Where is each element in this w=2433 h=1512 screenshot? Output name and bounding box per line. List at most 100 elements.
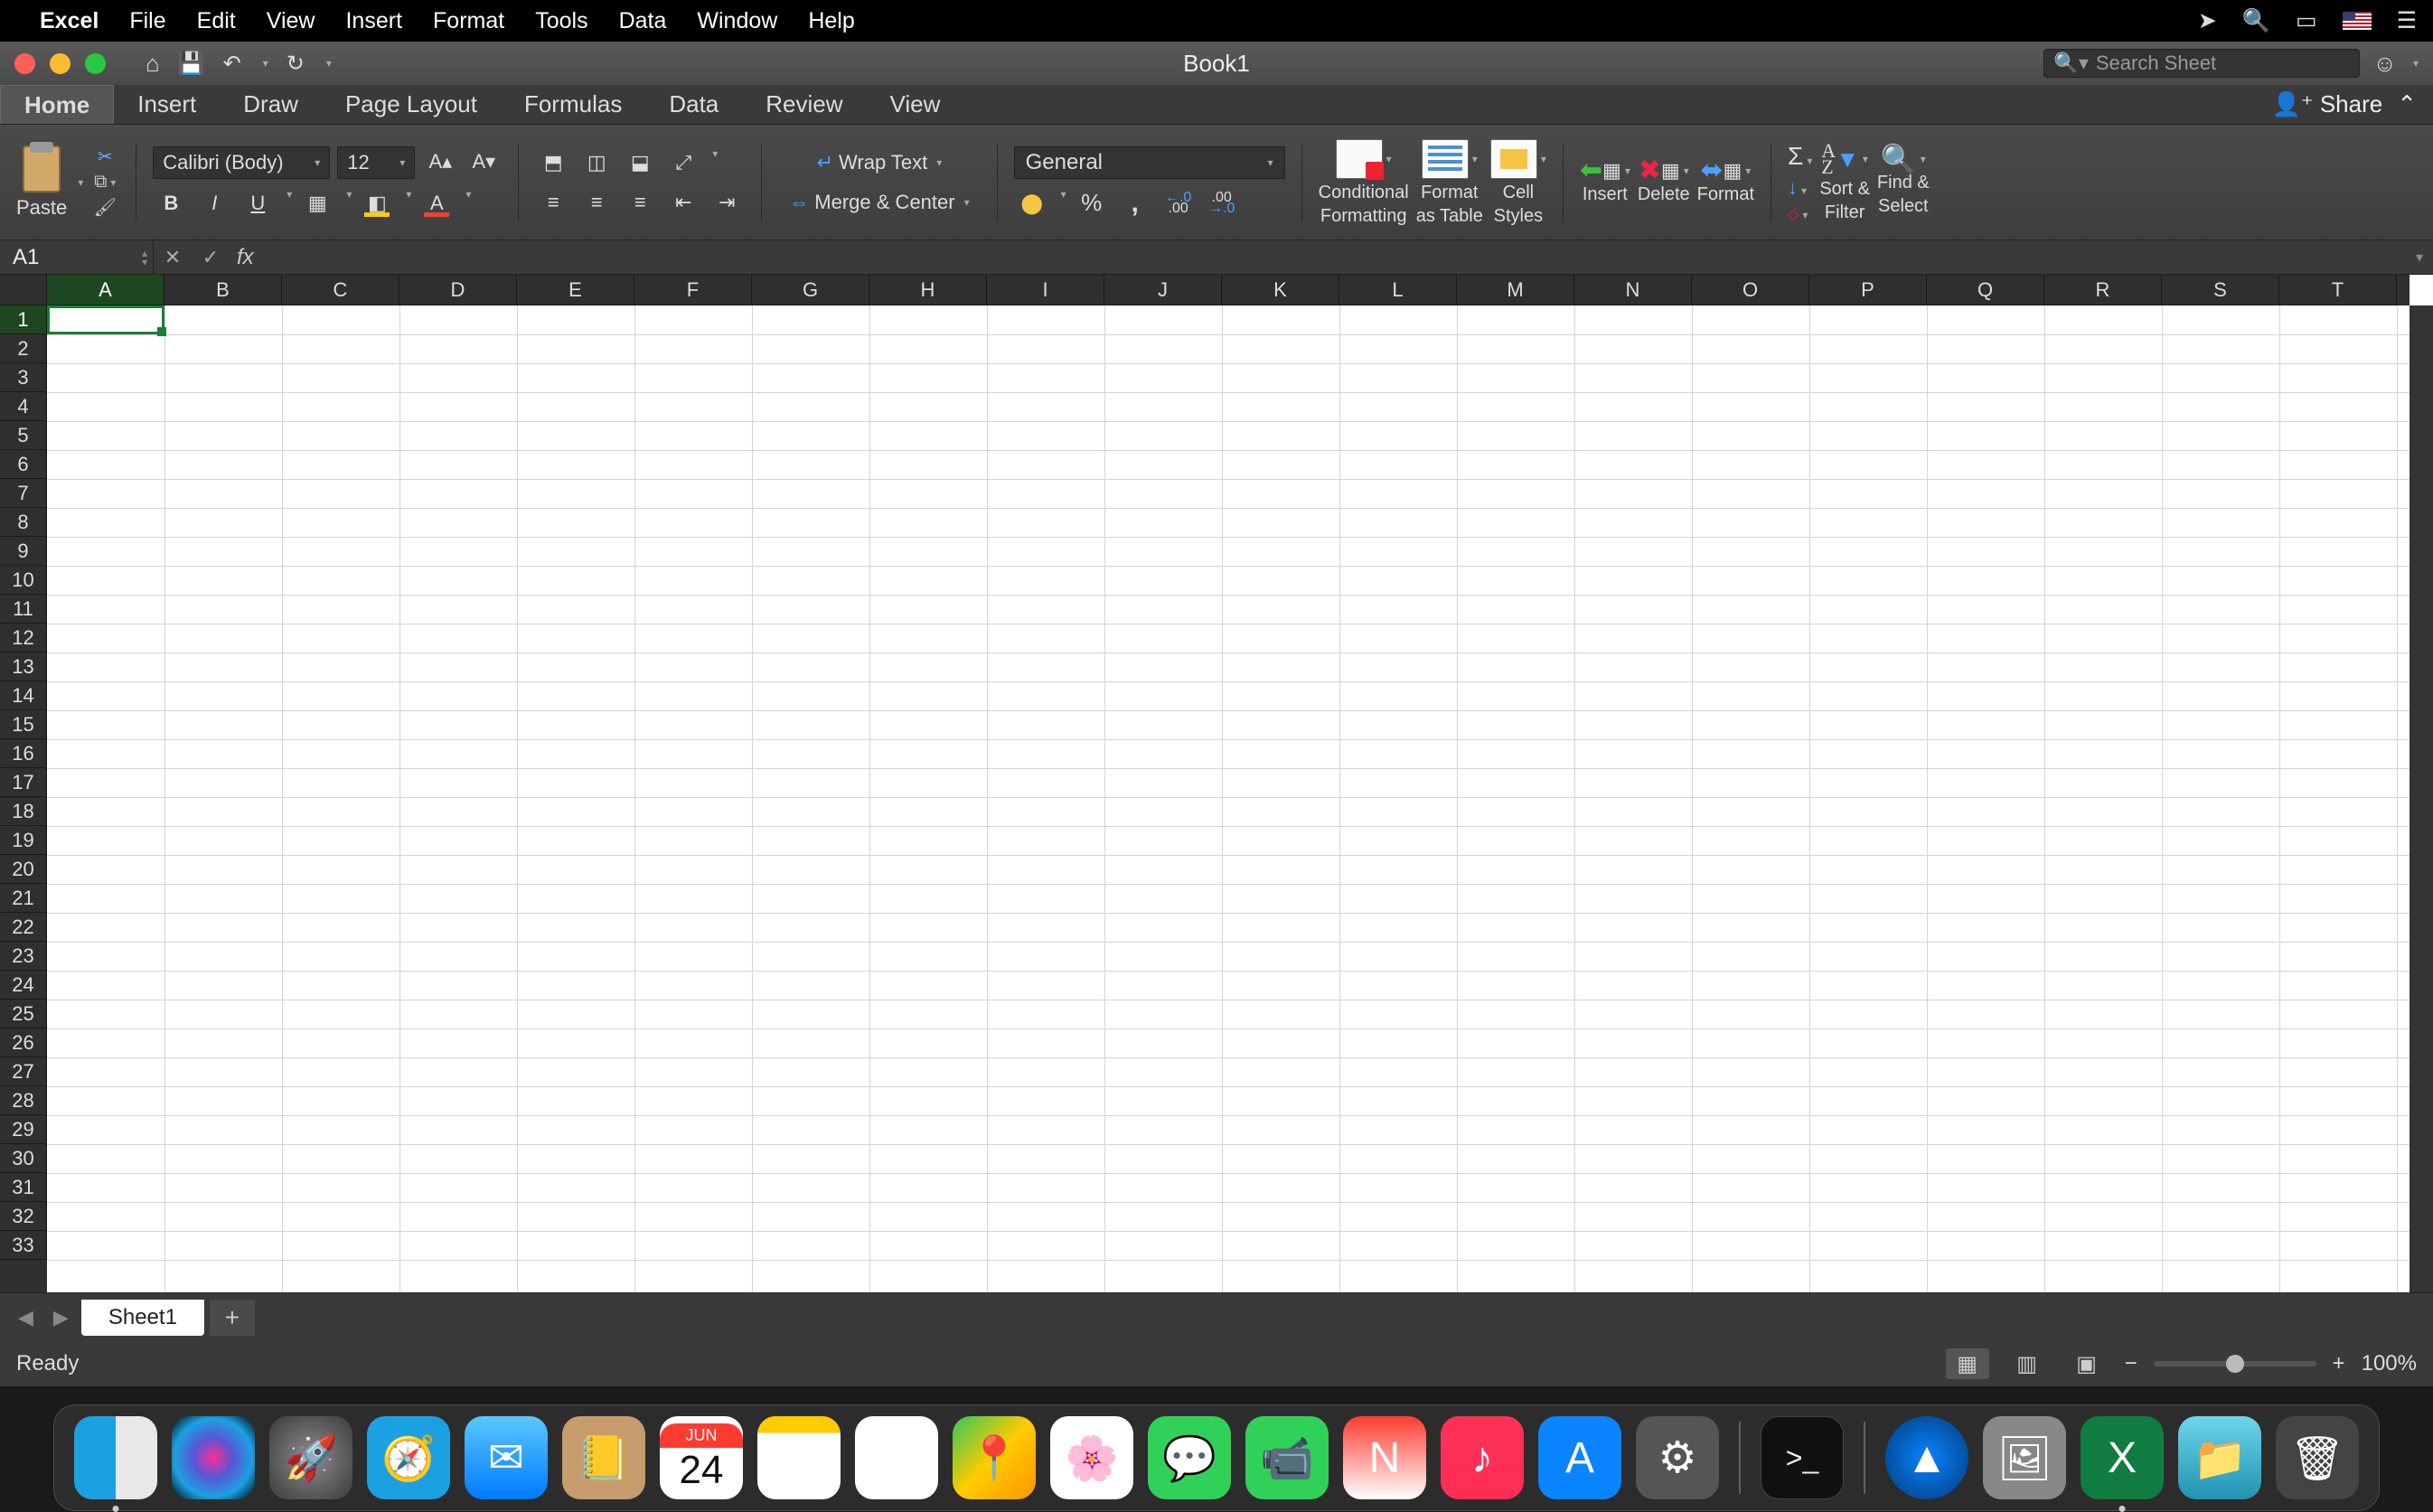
- select-all-corner[interactable]: [0, 275, 47, 305]
- row-header-10[interactable]: 10: [0, 566, 47, 595]
- menu-format[interactable]: Format: [433, 8, 504, 34]
- fx-label[interactable]: fx: [230, 245, 261, 270]
- row-header-18[interactable]: 18: [0, 797, 47, 826]
- menubar-app-name[interactable]: Excel: [40, 8, 99, 34]
- underline-dropdown[interactable]: ▾: [287, 188, 292, 219]
- redo-icon[interactable]: ↻: [287, 51, 305, 77]
- dock-contacts-icon[interactable]: 📒: [562, 1416, 645, 1499]
- formula-input[interactable]: [261, 240, 2406, 274]
- row-header-16[interactable]: 16: [0, 739, 47, 768]
- column-header-D[interactable]: D: [399, 275, 517, 305]
- dock-excel-icon[interactable]: X: [2081, 1416, 2164, 1499]
- find-select-button[interactable]: 🔍▾ Find & Select: [1877, 149, 1930, 216]
- format-cells-button[interactable]: ⬌▦▾ Format: [1697, 161, 1754, 204]
- cell-styles-button[interactable]: ▾ Cell Styles: [1490, 139, 1546, 226]
- share-button[interactable]: 👤⁺ Share: [2271, 90, 2382, 118]
- row-header-5[interactable]: 5: [0, 421, 47, 450]
- fill-color-dropdown[interactable]: ▾: [406, 188, 411, 219]
- wrap-text-button[interactable]: ↵Wrap Text▾: [778, 147, 980, 178]
- dock-photos-icon[interactable]: 🌸: [1050, 1416, 1133, 1499]
- column-header-Q[interactable]: Q: [1927, 275, 2044, 305]
- dock-launchpad-icon[interactable]: 🚀: [269, 1416, 352, 1499]
- view-normal-icon[interactable]: ▦: [1946, 1348, 1989, 1379]
- window-zoom-button[interactable]: [85, 53, 106, 74]
- fill-color-icon[interactable]: ◧: [359, 188, 395, 219]
- column-header-A[interactable]: A: [47, 275, 164, 305]
- enter-formula-icon[interactable]: ✓: [192, 246, 230, 269]
- borders-dropdown[interactable]: ▾: [346, 188, 352, 219]
- column-header-P[interactable]: P: [1809, 275, 1927, 305]
- dock-messages-icon[interactable]: 💬: [1148, 1416, 1231, 1499]
- save-icon[interactable]: 💾: [178, 51, 205, 77]
- column-header-F[interactable]: F: [634, 275, 752, 305]
- row-header-20[interactable]: 20: [0, 855, 47, 884]
- tab-data[interactable]: Data: [645, 85, 742, 124]
- row-header-27[interactable]: 27: [0, 1057, 47, 1086]
- decrease-decimal-icon[interactable]: .00→.0: [1204, 188, 1240, 219]
- cells-area[interactable]: [47, 305, 2410, 1292]
- add-sheet-button[interactable]: +: [210, 1300, 255, 1336]
- search-sheet-input[interactable]: 🔍▾ Search Sheet: [2043, 49, 2360, 78]
- italic-button[interactable]: I: [196, 188, 232, 219]
- sheet-nav-prev-icon[interactable]: ◀: [11, 1306, 41, 1329]
- qat-customize-dropdown[interactable]: ▾: [326, 57, 332, 70]
- borders-icon[interactable]: ▦: [299, 188, 335, 219]
- name-box[interactable]: A1 ▴▾: [0, 240, 154, 274]
- dock-calendar-icon[interactable]: JUN24: [660, 1416, 743, 1499]
- dock-appstore-icon[interactable]: A: [1538, 1416, 1621, 1499]
- column-header-M[interactable]: M: [1457, 275, 1574, 305]
- column-header-I[interactable]: I: [987, 275, 1104, 305]
- align-bottom-icon[interactable]: ⬓: [622, 147, 658, 178]
- row-header-23[interactable]: 23: [0, 942, 47, 971]
- menu-window[interactable]: Window: [697, 8, 777, 34]
- clear-icon[interactable]: ◇▾: [1788, 205, 1812, 223]
- delete-cells-button[interactable]: ✖▦▾ Delete: [1638, 161, 1690, 204]
- sheet-tab-sheet1[interactable]: Sheet1: [81, 1300, 204, 1336]
- dock-system-preferences-icon[interactable]: ⚙: [1636, 1416, 1719, 1499]
- column-header-R[interactable]: R: [2044, 275, 2162, 305]
- menu-insert[interactable]: Insert: [345, 8, 402, 34]
- view-page-break-icon[interactable]: ▣: [2065, 1348, 2109, 1379]
- row-header-9[interactable]: 9: [0, 537, 47, 566]
- screen-mirror-icon[interactable]: ▭: [2296, 7, 2317, 34]
- font-name-combo[interactable]: Calibri (Body)▾: [153, 146, 330, 179]
- column-header-E[interactable]: E: [517, 275, 634, 305]
- dock-screenshot-icon[interactable]: 🖼: [1983, 1416, 2066, 1499]
- spotlight-search-icon[interactable]: 🔍: [2242, 8, 2270, 34]
- dock-itunes-icon[interactable]: ♪: [1441, 1416, 1524, 1499]
- row-header-14[interactable]: 14: [0, 681, 47, 710]
- row-header-1[interactable]: 1: [0, 305, 47, 334]
- insert-cells-button[interactable]: ⬅▦▾ Insert: [1580, 161, 1630, 204]
- emoji-dropdown[interactable]: ▾: [2413, 57, 2419, 70]
- align-left-icon[interactable]: ≡: [535, 187, 571, 218]
- undo-dropdown[interactable]: ▾: [263, 57, 268, 70]
- collapse-ribbon-icon[interactable]: ⌃: [2397, 90, 2417, 118]
- row-header-22[interactable]: 22: [0, 913, 47, 942]
- menu-file[interactable]: File: [129, 8, 165, 34]
- accounting-format-icon[interactable]: ⬤: [1014, 188, 1050, 219]
- merge-center-button[interactable]: ⇔Merge & Center▾: [778, 187, 980, 218]
- row-header-19[interactable]: 19: [0, 826, 47, 855]
- column-header-J[interactable]: J: [1104, 275, 1222, 305]
- home-icon[interactable]: ⌂: [146, 50, 160, 78]
- expand-formula-bar-icon[interactable]: ▾: [2406, 249, 2433, 267]
- row-header-31[interactable]: 31: [0, 1173, 47, 1202]
- row-header-24[interactable]: 24: [0, 971, 47, 1000]
- cancel-formula-icon[interactable]: ✕: [154, 246, 192, 269]
- row-header-25[interactable]: 25: [0, 1000, 47, 1028]
- percent-format-icon[interactable]: %: [1074, 188, 1110, 219]
- column-header-H[interactable]: H: [869, 275, 987, 305]
- tab-formulas[interactable]: Formulas: [501, 85, 645, 124]
- row-header-30[interactable]: 30: [0, 1144, 47, 1173]
- row-header-32[interactable]: 32: [0, 1202, 47, 1231]
- tab-page-layout[interactable]: Page Layout: [322, 85, 501, 124]
- window-minimize-button[interactable]: [50, 53, 70, 74]
- column-header-C[interactable]: C: [282, 275, 399, 305]
- row-header-4[interactable]: 4: [0, 392, 47, 421]
- dock-news-icon[interactable]: N: [1343, 1416, 1426, 1499]
- row-header-33[interactable]: 33: [0, 1231, 47, 1260]
- row-header-29[interactable]: 29: [0, 1115, 47, 1144]
- column-header-K[interactable]: K: [1222, 275, 1339, 305]
- column-header-G[interactable]: G: [752, 275, 869, 305]
- accounting-dropdown[interactable]: ▾: [1061, 188, 1066, 219]
